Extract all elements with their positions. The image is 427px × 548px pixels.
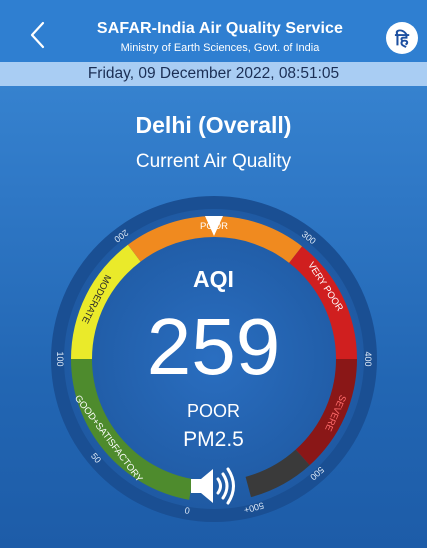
main-pollutant: PM2.5 — [183, 428, 244, 451]
speaker-icon — [191, 467, 235, 505]
aqi-label: AQI — [193, 266, 234, 292]
aqi-value: 259 — [146, 302, 281, 391]
speaker-button[interactable] — [189, 465, 239, 507]
aqi-status: POOR — [186, 401, 240, 421]
